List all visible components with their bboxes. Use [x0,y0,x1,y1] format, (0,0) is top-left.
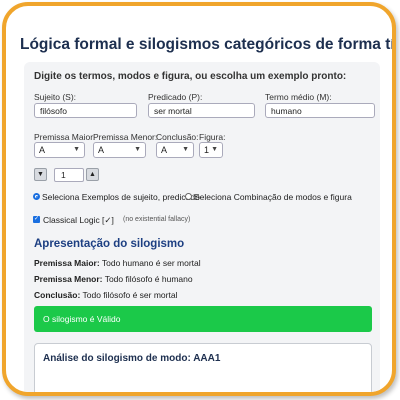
middle-term-input[interactable]: humano [265,103,375,118]
minor-premise-text: Todo filósofo é humano [102,274,193,284]
minor-premise-statement: Premissa Menor: Todo filósofo é humano [34,274,193,284]
conclusion-text: Todo filósofo é ser mortal [80,290,178,300]
chevron-down-icon: ▼ [134,146,141,153]
example-number-input[interactable]: 1 [54,168,84,182]
major-premise-statement: Premissa Maior: Todo humano é ser mortal [34,258,201,268]
analysis-heading: Análise do silogismo de modo: AAA1 [43,353,221,364]
app-frame: Lógica formal e silogismos categóricos d… [2,2,396,396]
conclusion-value: A [161,145,168,155]
middle-term-label: Termo médio (M): [265,92,332,102]
decrement-button[interactable]: ▼ [34,168,47,181]
major-premise-select[interactable]: A ▼ [34,142,85,158]
page-title: Lógica formal e silogismos categóricos d… [20,36,395,53]
chevron-down-icon: ▼ [73,146,80,153]
classical-logic-label: Classical Logic [✓] [43,215,114,225]
chevron-down-icon: ▼ [182,146,189,153]
figure-value: 1 [204,145,210,155]
minor-premise-label: Premissa Menor: [93,132,158,142]
minor-premise-select[interactable]: A ▼ [93,142,146,158]
increment-button[interactable]: ▲ [86,168,99,181]
major-premise-text: Todo humano é ser mortal [99,258,201,268]
existential-fallacy-note: (no existential fallacy) [123,216,191,223]
subject-label: Sujeito (S): [34,92,77,102]
combination-radio-label: Seleciona Combinação de modos e figura [194,192,352,202]
instructions-text: Digite os termos, modos e figura, ou esc… [34,71,347,82]
examples-radio[interactable] [33,193,40,200]
major-premise-value: A [39,145,46,155]
conclusion-key: Conclusão: [34,290,81,300]
combination-radio[interactable] [185,193,192,200]
validity-banner: O silogismo é Válido [34,306,372,332]
presentation-heading: Apresentação do silogismo [34,238,185,250]
form-card: Digite os termos, modos e figura, ou esc… [24,62,380,392]
subject-input[interactable]: filósofo [34,103,137,118]
analysis-panel: Análise do silogismo de modo: AAA1 [34,343,372,392]
major-premise-key: Premissa Maior: [34,258,100,268]
examples-radio-label: Seleciona Exemplos de sujeito, predicado [42,192,200,202]
figure-label: Figura: [199,132,226,142]
conclusion-statement: Conclusão: Todo filósofo é ser mortal [34,290,177,300]
chevron-down-icon: ▼ [211,146,218,153]
figure-select[interactable]: 1 ▼ [199,142,223,158]
predicate-label: Predicado (P): [148,92,203,102]
major-premise-label: Premissa Maior: [34,132,96,142]
conclusion-label: Conclusão: [156,132,199,142]
predicate-input[interactable]: ser mortal [148,103,255,118]
conclusion-select[interactable]: A ▼ [156,142,194,158]
classical-logic-checkbox[interactable]: ✓ [33,216,40,223]
minor-premise-value: A [98,145,105,155]
minor-premise-key: Premissa Menor: [34,274,103,284]
